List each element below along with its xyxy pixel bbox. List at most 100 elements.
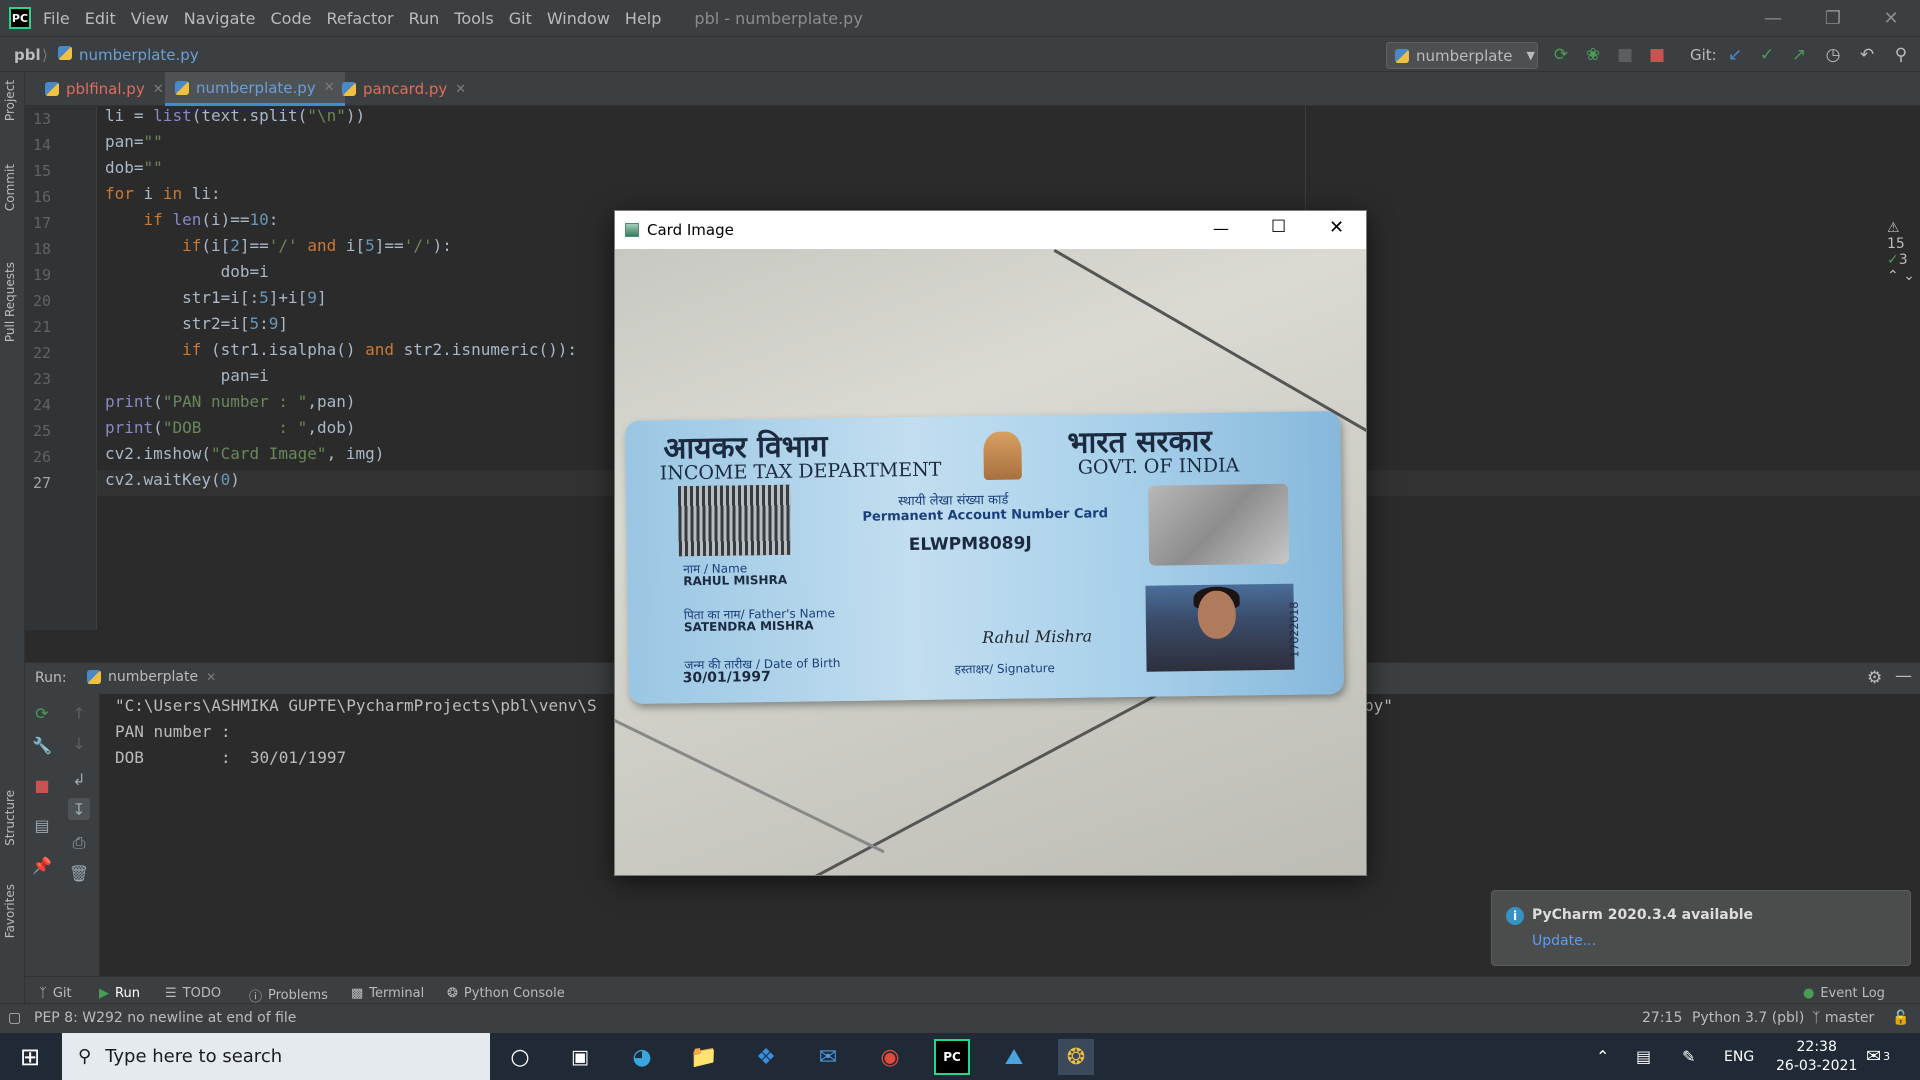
restore-button[interactable]: ❐ [1804,0,1862,36]
tool-tab-terminal[interactable]: ▩ Terminal [351,986,424,1001]
breadcrumb-project[interactable]: pbl [14,46,41,64]
code-line[interactable]: li = list(text.split("\n")) [105,106,365,132]
close-button[interactable]: ✕ [1862,0,1920,36]
tool-tab-todo[interactable]: ☰ TODO [165,986,221,1001]
menu-tools[interactable]: Tools [454,9,493,28]
run-configuration-select[interactable]: numberplate ▼ [1386,42,1538,69]
code-line[interactable]: print("PAN number : ",pan) [105,392,355,418]
chevron-up-icon[interactable]: ⌃ [1596,1033,1609,1080]
code-line[interactable]: str2=i[5:9] [105,314,288,340]
rollback-icon[interactable]: ↶ [1856,44,1878,66]
menu-refactor[interactable]: Refactor [326,9,393,28]
cortana-icon[interactable]: ○ [502,1039,538,1075]
code-line[interactable]: for i in li: [105,184,221,210]
minimize-button[interactable]: — [1744,0,1802,36]
edge-icon[interactable]: ◕ [624,1039,660,1075]
lock-icon[interactable]: 🔓 [1892,1010,1909,1026]
structure-tool-button[interactable]: Structure [3,790,17,846]
trash-icon[interactable]: 🗑 [68,862,90,884]
down-arrow-icon[interactable]: ↓ [68,732,90,754]
card-minimize-button[interactable]: — [1213,219,1229,238]
caret-position[interactable]: 27:15 [1642,1010,1682,1026]
menu-git[interactable]: Git [509,9,532,28]
menu-window[interactable]: Window [547,9,610,28]
menu-edit[interactable]: Edit [85,9,116,28]
hide-icon[interactable]: — [1895,666,1912,686]
menu-view[interactable]: View [131,9,169,28]
inspection-widget[interactable]: ⚠ 15 ✓3 ⌃ ⌄ [1887,220,1920,284]
git-commit-icon[interactable]: ✓ [1756,44,1778,66]
coverage-icon[interactable]: ■ [1614,44,1636,66]
tool-tab-git[interactable]: ᛉ Git [39,986,72,1001]
layout-icon[interactable]: ▤ [31,814,53,836]
python-taskbar-icon[interactable]: ❂ [1058,1039,1094,1075]
card-maximize-button[interactable]: ☐ [1271,217,1286,237]
taskbar-search-box[interactable]: ⚲ Type here to search [62,1033,490,1080]
code-line[interactable]: print("DOB : ",dob) [105,418,355,444]
safari-icon[interactable]: ❖ [748,1039,784,1075]
card-window-titlebar[interactable]: Card Image — ☐ ✕ [615,211,1366,249]
code-line[interactable]: dob="" [105,158,163,184]
tool-tab-python-console[interactable]: ❂ Python Console [447,986,565,1001]
pycharm-taskbar-icon[interactable]: PC [934,1039,970,1075]
settings-icon[interactable]: ⚙ [1867,668,1882,688]
tool-tab-run[interactable]: ▶ Run [99,986,140,1001]
card-close-button[interactable]: ✕ [1329,217,1344,238]
code-line[interactable]: cv2.imshow("Card Image", img) [105,444,384,470]
mail-icon[interactable]: ✉ [810,1039,846,1075]
code-line[interactable]: if (str1.isalpha() and str2.isnumeric())… [105,340,577,366]
menu-run[interactable]: Run [409,9,440,28]
up-arrow-icon[interactable]: ↑ [68,702,90,724]
stop-icon[interactable]: ■ [31,774,53,796]
notification-center-icon[interactable]: ✉ 3 [1866,1033,1890,1080]
pin-icon[interactable]: 📌 [31,854,53,876]
soft-wrap-icon[interactable]: ↲ [68,768,90,790]
close-tab-icon[interactable]: ✕ [153,82,164,97]
debug-icon[interactable]: ❀ [1582,44,1604,66]
layout-toggle-icon[interactable]: ▢ [8,1010,21,1026]
wrench-icon[interactable]: 🔧 [31,734,53,756]
language-indicator[interactable]: ENG [1724,1033,1754,1080]
close-tab-icon[interactable]: ✕ [455,82,466,97]
close-tab-icon[interactable]: ✕ [206,670,216,684]
menu-file[interactable]: File [43,9,70,28]
chrome-icon[interactable]: ◉ [872,1039,908,1075]
code-line[interactable]: cv2.waitKey(0) [105,470,240,496]
code-line[interactable]: pan=i [105,366,269,392]
code-line[interactable]: if len(i)==10: [105,210,279,236]
menu-code[interactable]: Code [271,9,312,28]
code-line[interactable]: dob=i [105,262,269,288]
file-explorer-icon[interactable]: 📁 [686,1039,722,1075]
network-icon[interactable]: ▤ [1636,1033,1651,1080]
history-icon[interactable]: ◷ [1822,44,1844,66]
task-view-icon[interactable]: ▣ [562,1039,598,1075]
scroll-to-end-icon[interactable]: ↧ [68,798,90,820]
pen-icon[interactable]: ✎ [1682,1033,1695,1080]
code-line[interactable]: if(i[2]=='/' and i[5]=='/'): [105,236,452,262]
windows-start-icon[interactable]: ⊞ [12,1039,48,1075]
pull-requests-tool-button[interactable]: Pull Requests [3,262,17,342]
breadcrumb-file[interactable]: numberplate.py [58,46,199,64]
run-tab[interactable]: numberplate ✕ [87,669,216,685]
interpreter-selector[interactable]: Python 3.7 (pbl) [1692,1010,1804,1026]
clock[interactable]: 22:38 26-03-2021 [1776,1033,1857,1080]
menu-navigate[interactable]: Navigate [184,9,256,28]
favorites-tool-button[interactable]: Favorites [3,884,17,938]
code-line[interactable]: str1=i[:5]+i[9] [105,288,327,314]
git-update-icon[interactable]: ↙ [1724,44,1746,66]
rerun-icon[interactable]: ⟳ [31,702,53,724]
update-link[interactable]: Update... [1532,933,1596,949]
card-image-window[interactable]: Card Image — ☐ ✕ आयकर विभाग INCOME TAX D… [614,210,1367,876]
git-branch-selector[interactable]: ᛉ master [1812,1010,1874,1026]
project-tool-button[interactable]: Project [3,80,17,121]
status-message[interactable]: PEP 8: W292 no newline at end of file [34,1010,296,1026]
git-push-icon[interactable]: ↗ [1788,44,1810,66]
menu-help[interactable]: Help [625,9,661,28]
tab-pancard[interactable]: pancard.py ✕ [332,72,476,106]
search-icon[interactable]: ⚲ [1890,44,1912,66]
tab-numberplate[interactable]: numberplate.py ✕ [165,72,345,106]
tab-pblfinal[interactable]: pblfinal.py ✕ [35,72,174,106]
pycharm-logo-icon[interactable]: PC [9,7,31,29]
commit-tool-button[interactable]: Commit [3,164,17,211]
photos-icon[interactable]: ⛰ [996,1039,1032,1075]
